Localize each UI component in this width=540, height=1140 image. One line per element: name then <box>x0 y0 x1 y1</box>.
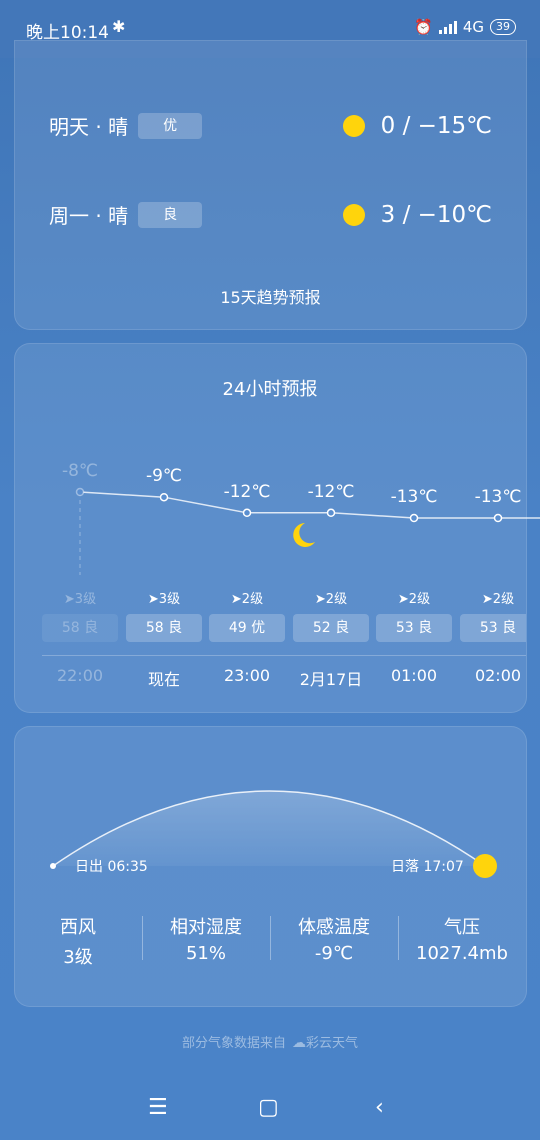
hourly-time: 23:00 <box>223 666 271 685</box>
sunset-label: 日落 17:07 <box>391 859 464 875</box>
hourly-wind: ➤2级 <box>397 592 431 607</box>
hourly-temp: -8℃ <box>61 461 99 481</box>
hourly-temp: -13℃ <box>390 487 438 507</box>
stat-humidity: 相对湿度 51% <box>142 913 270 964</box>
menu-button[interactable]: ☰ <box>148 1095 168 1120</box>
hourly-wind: ➤2级 <box>230 592 264 607</box>
hourly-wind: ➤2级 <box>314 592 348 607</box>
stat-label: 西风 <box>60 917 96 938</box>
stat-pressure: 气压 1027.4mb <box>398 913 526 964</box>
hourly-time: 01:00 <box>390 666 438 685</box>
hourly-aqi: 49 优 <box>209 614 285 642</box>
data-source-credit: 部分气象数据来自 ☁彩云天气 <box>0 1032 540 1051</box>
hourly-time: 22:00 <box>56 666 104 685</box>
hourly-temp: -13℃ <box>474 487 522 507</box>
hourly-time: 2月17日 <box>299 670 363 689</box>
credit-source[interactable]: 彩云天气 <box>306 1036 358 1051</box>
hourly-aqi: 53 良 <box>376 614 452 642</box>
hourly-aqi: 58 良 <box>42 614 118 642</box>
stat-value: 1027.4mb <box>416 943 508 964</box>
stat-label: 体感温度 <box>298 917 370 938</box>
home-button[interactable]: ▢ <box>258 1095 279 1120</box>
navigation-bar: ☰ ▢ ‹ <box>0 1075 540 1140</box>
stat-feels-like: 体感温度 -9℃ <box>270 913 398 964</box>
hourly-divider <box>42 655 526 656</box>
sunrise-label: 日出 06:35 <box>75 859 148 875</box>
hourly-time: 02:00 <box>474 666 522 685</box>
stat-value: -9℃ <box>314 943 354 964</box>
hourly-time: 现在 <box>147 670 180 689</box>
back-button[interactable]: ‹ <box>375 1095 384 1120</box>
hourly-aqi: 52 良 <box>293 614 369 642</box>
cloud-icon: ☁ <box>292 1035 306 1051</box>
stat-wind: 西风 3级 <box>14 913 142 969</box>
sun-icon <box>473 854 497 878</box>
hourly-wind: ➤2级 <box>481 592 515 607</box>
stat-label: 相对湿度 <box>170 917 242 938</box>
hourly-aqi: 53 良 <box>460 614 526 642</box>
hourly-aqi: 58 良 <box>126 614 202 642</box>
stat-label: 气压 <box>444 917 480 938</box>
hourly-wind: ➤3级 <box>147 592 181 607</box>
stat-value: 51% <box>185 943 226 964</box>
credit-text: 部分气象数据来自 <box>181 1036 286 1051</box>
hourly-temp: -12℃ <box>223 481 271 502</box>
stat-value: 3级 <box>63 947 93 968</box>
hourly-temp: -12℃ <box>307 481 355 502</box>
hourly-temp: -9℃ <box>145 466 183 487</box>
sunrise-dot <box>50 863 56 869</box>
hourly-wind: ➤3级 <box>63 592 97 607</box>
